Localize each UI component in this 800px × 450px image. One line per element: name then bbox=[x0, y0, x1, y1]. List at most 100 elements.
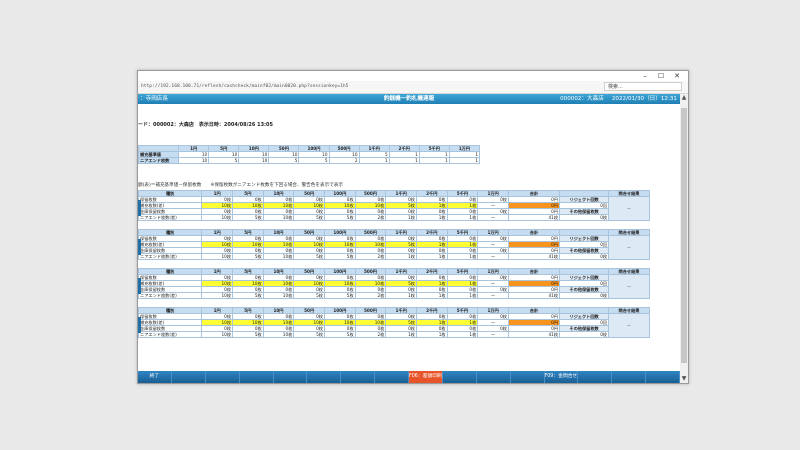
value-cell: 10枚 bbox=[201, 253, 234, 260]
table-row: ニアエンド枚数 10 5 10 5 5 2 1 1 1 1 bbox=[138, 157, 481, 164]
browser-window: – ☐ ✕ http://192.168.100.71/reflesh/cash… bbox=[137, 70, 689, 384]
function-key-button[interactable]: F09：金問合せ bbox=[544, 371, 579, 383]
minimize-button[interactable]: – bbox=[638, 71, 652, 81]
value-cell: 10枚 bbox=[201, 292, 234, 299]
value-cell: 5枚 bbox=[232, 214, 264, 221]
machine-table: 種別 1円 5円 10円 50円 100円 500円 1千円 2千円 5千円 1万円 合計 問合せ結果保… bbox=[138, 229, 650, 260]
function-key-button[interactable] bbox=[307, 371, 342, 383]
function-key-button[interactable] bbox=[476, 371, 511, 383]
machine-table: 種別 1円 5円 10円 50円 100円 500円 1千円 2千円 5千円 1万円 合計 問合せ結果保… bbox=[138, 268, 650, 299]
vertical-scrollbar[interactable]: ▲ ▼ bbox=[680, 94, 688, 383]
value-cell: 2枚 bbox=[354, 214, 387, 221]
function-key-button[interactable] bbox=[612, 371, 647, 383]
value-cell: 5枚 bbox=[293, 214, 325, 221]
row-marker bbox=[138, 278, 141, 294]
function-key-button[interactable] bbox=[341, 371, 376, 383]
store-display-line: ード：000002：大森店 表示日時：2004/08/26 13:05 bbox=[138, 122, 274, 128]
function-key-button[interactable] bbox=[239, 371, 274, 383]
value-cell: 1枚 bbox=[446, 253, 479, 260]
value-cell: 1枚 bbox=[415, 253, 448, 260]
row-label: ニアエンド枚数(差) bbox=[138, 253, 203, 260]
table-row: ニアエンド枚数(差) 10枚 5枚 10枚 5枚 5枚 2枚 1枚 1枚 1枚一 41枚 0枚 bbox=[138, 214, 650, 221]
value-cell: 1枚 bbox=[446, 292, 479, 299]
function-key-button[interactable] bbox=[273, 371, 308, 383]
value-cell: 一 bbox=[477, 292, 509, 299]
url-field[interactable]: http://192.168.100.71/reflesh/cashcheck/… bbox=[141, 83, 591, 91]
value-cell: 5 bbox=[298, 157, 330, 164]
row-marker bbox=[138, 239, 141, 255]
app-content: ：寺岡店長 釣銭機一釣札機連報 000002：大森店 2022/01/30（日）1… bbox=[138, 94, 680, 383]
row-marker bbox=[138, 317, 141, 333]
function-key-button[interactable]: 終了 bbox=[138, 371, 172, 383]
value-cell: 5枚 bbox=[323, 253, 356, 260]
value-cell: 1枚 bbox=[446, 331, 479, 338]
function-key-button[interactable] bbox=[510, 371, 545, 383]
inquiry-result: － bbox=[608, 274, 650, 299]
value-cell: 1枚 bbox=[446, 214, 479, 221]
value-cell: 1枚 bbox=[385, 253, 417, 260]
address-bar: http://192.168.100.71/reflesh/cashcheck/… bbox=[138, 81, 688, 94]
value-cell: 10 bbox=[178, 157, 210, 164]
search-box[interactable]: 検索... bbox=[604, 82, 682, 91]
row-label: ニアエンド枚数(差) bbox=[138, 292, 203, 299]
scroll-down-icon[interactable]: ▼ bbox=[680, 375, 688, 383]
date-label: 2022/01/30（日）12:31 bbox=[611, 96, 677, 102]
function-key-button[interactable] bbox=[375, 371, 409, 383]
value-cell: 5枚 bbox=[232, 253, 264, 260]
inquiry-result: － bbox=[608, 235, 650, 260]
calculation-note: 額(表)＝補充基準値－保留枚数 ※保留枚数がニアエンド枚数を下回る場合、警告色を… bbox=[138, 183, 343, 188]
function-key-bar: 終了 F06：差額印刷 F09：金問合せ bbox=[138, 371, 680, 383]
table-row: ニアエンド枚数(差) 10枚 5枚 10枚 5枚 5枚 2枚 1枚 1枚 1枚一 41枚 0枚 bbox=[138, 253, 650, 260]
maximize-button[interactable]: ☐ bbox=[654, 71, 668, 81]
row-label: ニアエンド枚数 bbox=[138, 157, 180, 164]
value-cell: 1 bbox=[358, 157, 390, 164]
other-hold-value: 0枚 bbox=[559, 214, 610, 221]
value-cell: 5枚 bbox=[323, 292, 356, 299]
value-cell: 1枚 bbox=[385, 331, 417, 338]
function-key-button[interactable] bbox=[442, 371, 477, 383]
other-hold-value: 0枚 bbox=[559, 253, 610, 260]
function-key-button[interactable]: F06：差額印刷 bbox=[409, 371, 443, 383]
inquiry-result: － bbox=[608, 196, 650, 221]
window-titlebar: – ☐ ✕ bbox=[138, 71, 688, 81]
value-cell: 1枚 bbox=[415, 331, 448, 338]
value-cell: 2枚 bbox=[354, 331, 387, 338]
value-cell: 5 bbox=[208, 157, 240, 164]
value-cell: 5枚 bbox=[323, 331, 356, 338]
value-cell: 一 bbox=[477, 331, 509, 338]
value-cell: 10枚 bbox=[262, 253, 295, 260]
value-cell: 5枚 bbox=[293, 331, 325, 338]
table-row: ニアエンド枚数(差) 10枚 5枚 10枚 5枚 5枚 2枚 1枚 1枚 1枚一 41枚 0枚 bbox=[138, 331, 650, 338]
value-cell: 2枚 bbox=[354, 253, 387, 260]
value-cell: 5枚 bbox=[293, 253, 325, 260]
value-cell: 一 bbox=[477, 214, 509, 221]
function-key-button[interactable] bbox=[646, 371, 680, 383]
close-button[interactable]: ✕ bbox=[670, 71, 684, 81]
value-cell: 10枚 bbox=[262, 292, 295, 299]
other-hold-value: 0枚 bbox=[559, 292, 610, 299]
other-hold-value: 0枚 bbox=[559, 331, 610, 338]
machine-table: 種別 1円 5円 10円 50円 100円 500円 1千円 2千円 5千円 1万円 合計 問合せ結果保… bbox=[138, 307, 650, 338]
value-cell: 10枚 bbox=[262, 331, 295, 338]
table-row: ニアエンド枚数(差) 10枚 5枚 10枚 5枚 5枚 2枚 1枚 1枚 1枚一 41枚 0枚 bbox=[138, 292, 650, 299]
function-key-button[interactable] bbox=[578, 371, 613, 383]
function-key-button[interactable] bbox=[171, 371, 206, 383]
value-cell: 5枚 bbox=[323, 214, 356, 221]
value-cell: 2 bbox=[328, 157, 360, 164]
value-cell: 10 bbox=[238, 157, 270, 164]
value-cell: 41枚 bbox=[507, 331, 561, 338]
row-label: ニアエンド枚数(差) bbox=[138, 331, 203, 338]
row-marker bbox=[138, 200, 141, 216]
value-cell: 2枚 bbox=[354, 292, 387, 299]
store-label: 000002：大森店 bbox=[560, 96, 604, 102]
value-cell: 10枚 bbox=[262, 214, 295, 221]
function-key-button[interactable] bbox=[205, 371, 240, 383]
scroll-up-icon[interactable]: ▲ bbox=[680, 94, 688, 102]
scroll-thumb[interactable] bbox=[681, 108, 687, 363]
value-cell: 41枚 bbox=[507, 292, 561, 299]
row-label: ニアエンド枚数(差) bbox=[138, 214, 203, 221]
value-cell: 41枚 bbox=[507, 253, 561, 260]
value-cell: 10枚 bbox=[201, 331, 234, 338]
machine-table: 種別 1円 5円 10円 50円 100円 500円 1千円 2千円 5千円 1万円 合計 問合せ結果保… bbox=[138, 190, 650, 221]
value-cell: 41枚 bbox=[507, 214, 561, 221]
